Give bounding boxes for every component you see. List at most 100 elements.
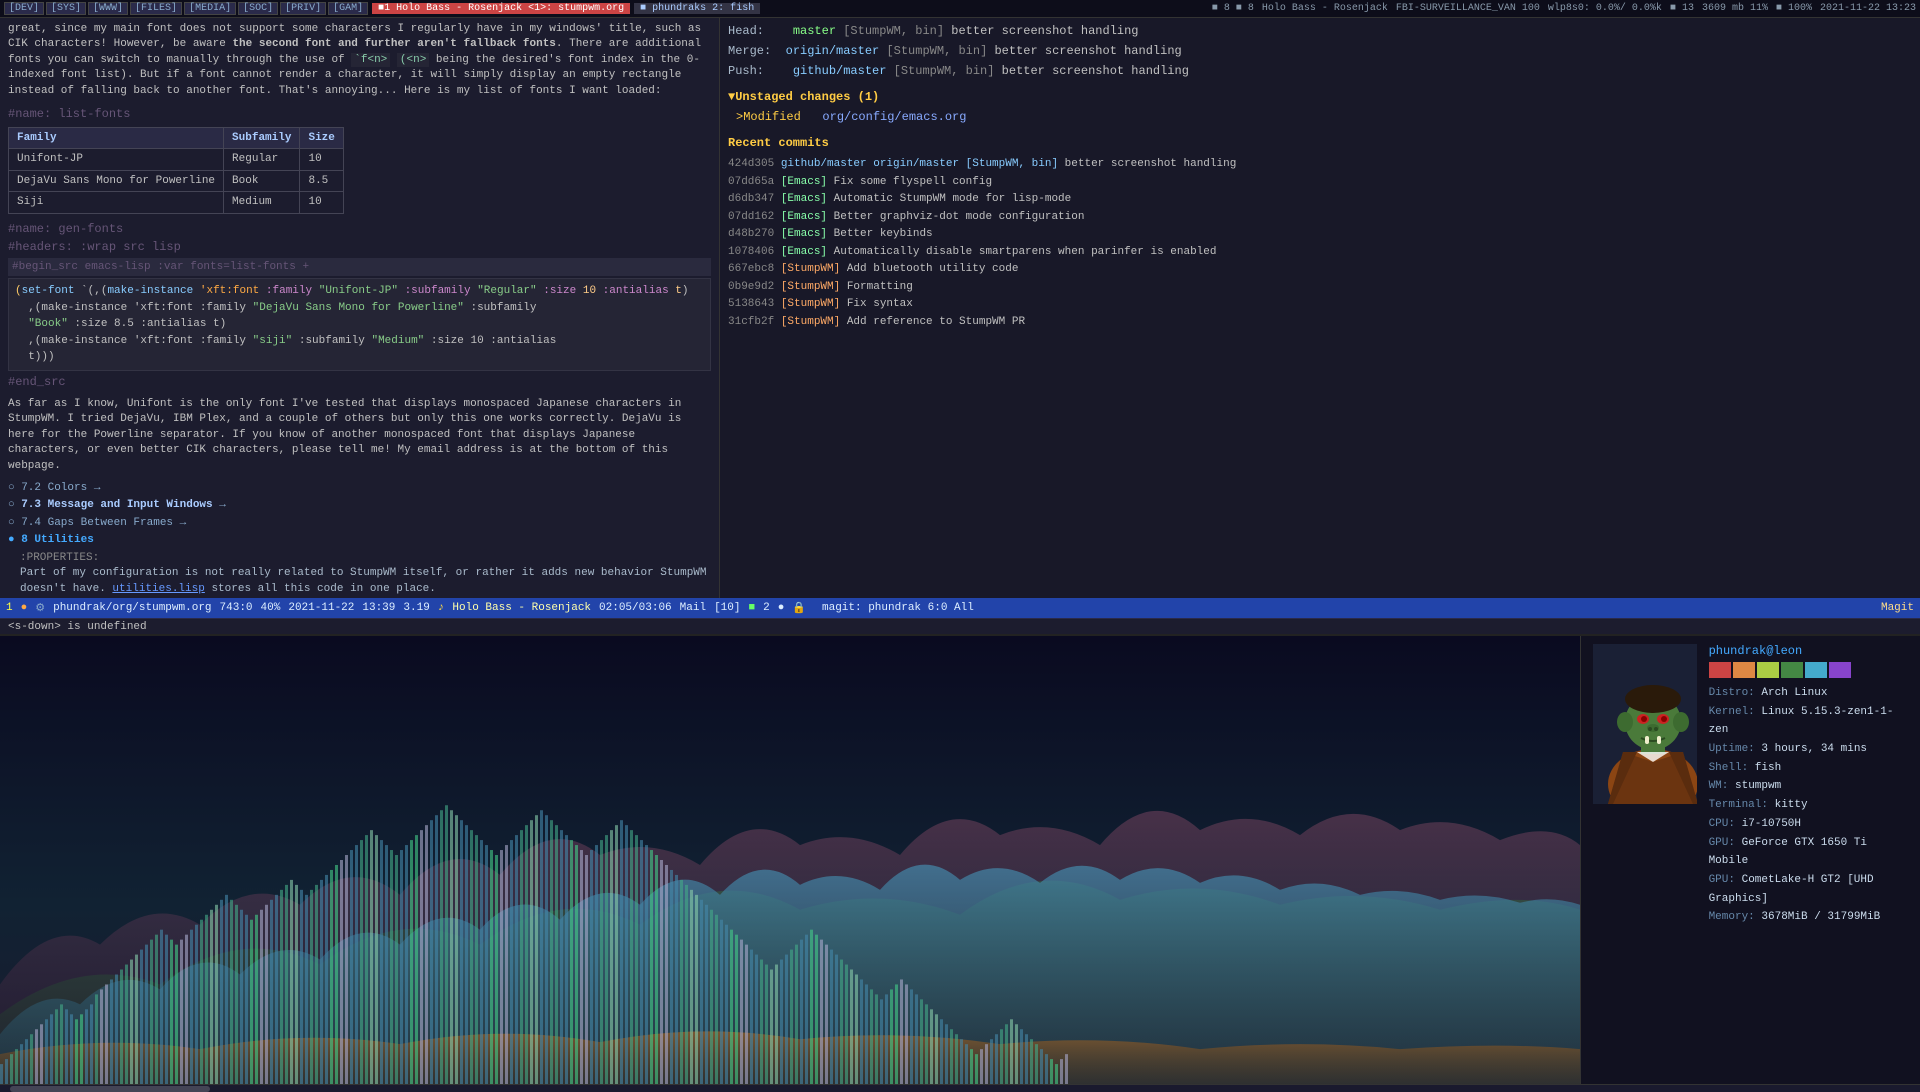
gpu-label: GPU: (1709, 837, 1735, 849)
src-begin-line: #begin_src emacs-lisp :var fonts=list-fo… (8, 258, 711, 277)
table-row: Unifont-JPRegular10 (9, 149, 344, 171)
shell-value: fish (1755, 762, 1781, 774)
head-msg: better screenshot handling (951, 24, 1138, 38)
cpu-label: CPU: (1709, 818, 1735, 830)
lock-icon: 🔒 (792, 601, 806, 615)
lisp-setfont: set-font (22, 285, 75, 297)
datetime: 2021-11-22 13:23 (1820, 3, 1916, 14)
magit-right: Magit (1881, 602, 1914, 614)
commit-line-3[interactable]: 07dd162 [Emacs] Better graphviz-dot mode… (728, 209, 1912, 226)
nav-item-73[interactable]: ○ 7.3 Message and Input Windows → (8, 497, 711, 514)
commit-tags-5: [Emacs] (781, 246, 834, 258)
system-info-text-area: phundrak@leon Distro: Arch Linux Kernel:… (1709, 644, 1908, 927)
lisp-kw2: :subfamily (405, 285, 471, 297)
intro-paragraph: great, since my main font does not suppo… (8, 22, 711, 99)
code-inline: `f<n> (351, 53, 390, 67)
hash-3: 07dd162 (728, 211, 781, 223)
workspace-tags[interactable]: [DEV] [SYS] [WWW] [FILES] [MEDIA] [SOC] … (4, 2, 368, 15)
tag-priv[interactable]: [PRIV] (280, 2, 326, 15)
wm-value: stumpwm (1735, 780, 1781, 792)
emacs-buffer[interactable]: great, since my main font does not suppo… (0, 18, 720, 598)
lisp-num1: 10 (583, 285, 596, 297)
tag-www[interactable]: [WWW] (88, 2, 128, 15)
commit-msg-3: Better graphviz-dot mode configuration (834, 211, 1085, 223)
nav-item-8[interactable]: ● 8 Utilities (8, 532, 711, 549)
nav-item-72[interactable]: ○ 7.2 Colors → (8, 480, 711, 497)
uptime-value: 3 hours, 34 mins (1761, 743, 1867, 755)
horizontal-scrollbar[interactable] (0, 1084, 1920, 1092)
code-inline2: (<n> (397, 53, 429, 67)
uptime-label: Uptime: (1709, 743, 1755, 755)
commit-tags-7: [StumpWM] (781, 281, 847, 293)
recent-commits-header: Recent commits (728, 134, 1912, 152)
buffer-pos: 743:0 (220, 602, 253, 614)
commit-line-9[interactable]: 31cfb2f [StumpWM] Add reference to Stump… (728, 314, 1912, 331)
merge-label: Merge: (728, 44, 778, 58)
tag-dev[interactable]: [DEV] (4, 2, 44, 15)
echo-message: <s-down> is undefined (8, 621, 147, 633)
unstaged-header[interactable]: ▼Unstaged changes (1) (728, 88, 1912, 106)
commit-msg-8: Fix syntax (847, 298, 913, 310)
status-star: ● (21, 602, 28, 614)
memory-info: 3609 mb 11% (1702, 3, 1768, 14)
commit-tags-4: [Emacs] (781, 228, 834, 240)
merge-branch: origin/master (786, 44, 880, 58)
battery2: 2 (763, 602, 770, 614)
terminal-label: Terminal: (1709, 799, 1768, 811)
status-zoom: 3.19 (403, 602, 429, 614)
swatch-red (1709, 662, 1731, 678)
hash-8: 5138643 (728, 298, 781, 310)
lisp-make: make-instance (107, 285, 193, 297)
music-note-icon: ♪ (438, 602, 445, 614)
memory-label: Memory: (1709, 911, 1755, 923)
mail-label: Mail (680, 602, 706, 614)
commit-line-4[interactable]: d48b270 [Emacs] Better keybinds (728, 226, 1912, 243)
commit-tags-8: [StumpWM] (781, 298, 847, 310)
col-size: Size (300, 127, 343, 149)
nav-item-74[interactable]: ○ 7.4 Gaps Between Frames → (8, 515, 711, 532)
commit-msg-6: Add bluetooth utility code (847, 263, 1019, 275)
gear-icon: ⚙ (35, 601, 45, 615)
color-swatches (1709, 662, 1908, 678)
status-date: 2021-11-22 (288, 602, 354, 614)
memory-value: 3678MiB / 31799MiB (1761, 911, 1880, 923)
modified-line[interactable]: >Modified org/config/emacs.org (728, 108, 1912, 126)
section-description: Part of my configuration is not really r… (20, 566, 711, 597)
distro-value: Arch Linux (1761, 687, 1827, 699)
hash-0: 424d305 (728, 158, 781, 170)
tag-media[interactable]: [MEDIA] (184, 2, 236, 15)
hash-7: 0b9e9d2 (728, 281, 781, 293)
push-branch: github/master (793, 64, 887, 78)
window-count: ■ 8 ■ 8 (1212, 3, 1254, 14)
active-window-title: ■1 Holo Bass - Rosenjack <1>: stumpwm.or… (372, 3, 630, 14)
commit-line-2[interactable]: d6db347 [Emacs] Automatic StumpWM mode f… (728, 191, 1912, 208)
src-meta-genfonts: #name: gen-fonts (8, 220, 711, 238)
merge-msg: better screenshot handling (994, 44, 1181, 58)
utilities-link[interactable]: utilities.lisp (112, 583, 204, 595)
lisp-kw3: :size (543, 285, 576, 297)
shell-label: Shell: (1709, 762, 1749, 774)
second-window-title: ■ phundraks 2: fish (634, 3, 760, 14)
now-playing: Holo Bass - Rosenjack (452, 602, 591, 614)
commit-line-5[interactable]: 1078406 [Emacs] Automatically disable sm… (728, 244, 1912, 261)
top-right-info: ■ 8 ■ 8 Holo Bass - Rosenjack FBI-SURVEI… (1212, 3, 1916, 14)
magit-panel[interactable]: Head: master [StumpWM, bin] better scree… (720, 18, 1920, 598)
tag-gam[interactable]: [GAM] (328, 2, 368, 15)
commit-line-6[interactable]: 667ebc8 [StumpWM] Add bluetooth utility … (728, 261, 1912, 278)
code-block[interactable]: (set-font `(,(make-instance 'xft:font :f… (8, 278, 711, 371)
tag-sys[interactable]: [SYS] (46, 2, 86, 15)
commit-line-7[interactable]: 0b9e9d2 [StumpWM] Formatting (728, 279, 1912, 296)
tag-soc[interactable]: [SOC] (238, 2, 278, 15)
commit-msg-9: Add reference to StumpWM PR (847, 316, 1025, 328)
top-bar: [DEV] [SYS] [WWW] [FILES] [MEDIA] [SOC] … (0, 0, 1920, 18)
commit-line-8[interactable]: 5138643 [StumpWM] Fix syntax (728, 296, 1912, 313)
hash-1: 07dd65a (728, 176, 781, 188)
tag-files[interactable]: [FILES] (130, 2, 182, 15)
commit-tags-9: [StumpWM] (781, 316, 847, 328)
commit-line-0[interactable]: 424d305 github/master origin/master [Stu… (728, 156, 1912, 173)
src-meta-name: #name: list-fonts (8, 105, 711, 123)
push-msg: better screenshot handling (1002, 64, 1189, 78)
scroll-thumb[interactable] (10, 1086, 210, 1092)
commit-line-1[interactable]: 07dd65a [Emacs] Fix some flyspell config (728, 174, 1912, 191)
col-family: Family (9, 127, 224, 149)
